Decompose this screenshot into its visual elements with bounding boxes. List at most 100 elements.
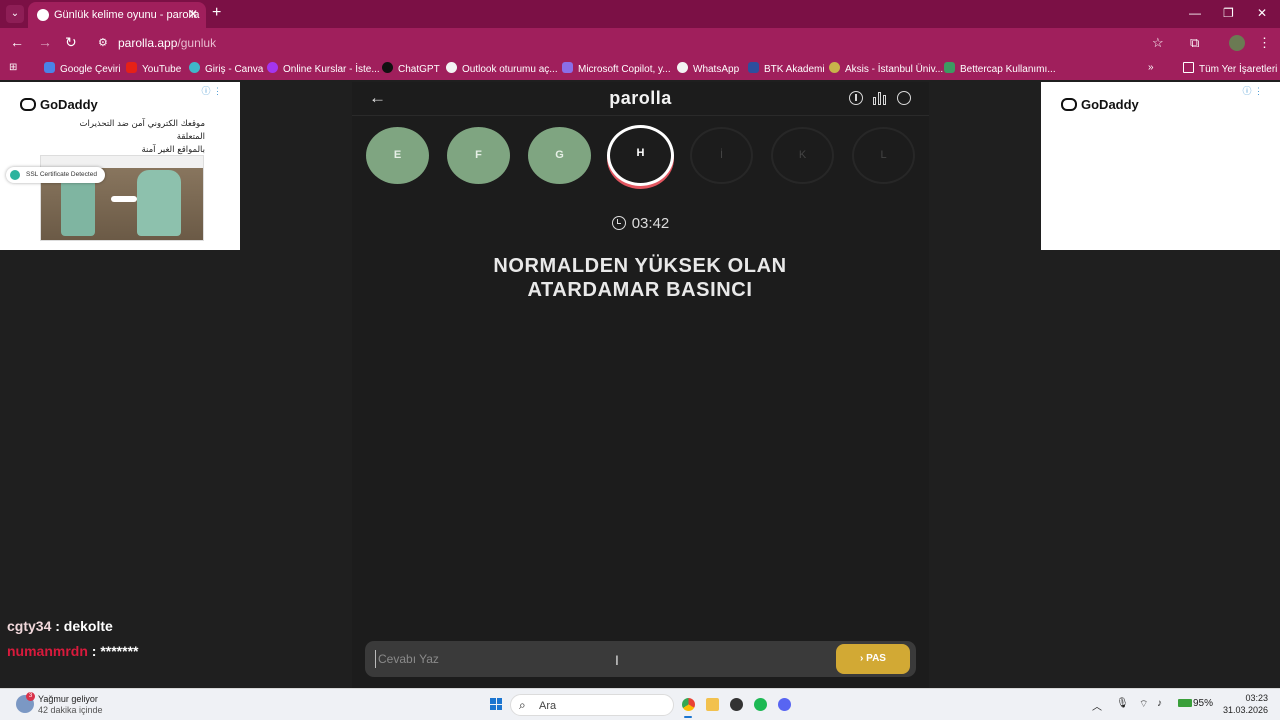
letter-circle-e: E (366, 127, 429, 184)
canva-icon (189, 62, 200, 73)
browser-toolbar: ← → ↻ ⚙ parolla.app/gunluk ☆ ⧉ ⋮ (0, 28, 1280, 57)
clock-time[interactable]: 03:23 (1222, 693, 1268, 703)
obs-icon[interactable] (730, 698, 743, 711)
search-icon: ⌕ (519, 698, 526, 712)
bookmark-chatgpt[interactable]: ChatGPT (382, 62, 440, 75)
app-header: ← parolla (352, 82, 929, 116)
all-bookmarks-folder[interactable]: Tüm Yer İşaretleri (1183, 62, 1277, 75)
bookmark-label: WhatsApp (693, 64, 740, 75)
bettercap-icon (944, 62, 955, 73)
bookmark-label: BTK Akademi (764, 64, 825, 75)
chatgpt-icon (382, 62, 393, 73)
restore-icon[interactable]: ❐ (1223, 6, 1234, 20)
question-line: ATARDAMAR BASINCI (527, 279, 753, 301)
tray-overflow-icon[interactable]: ︿ (1092, 698, 1102, 713)
udemy-icon (267, 62, 278, 73)
letter-circle-g: G (528, 127, 591, 184)
bookmarks-overflow-icon[interactable]: » (1148, 62, 1154, 73)
bookmark-copilot[interactable]: Microsoft Copilot, y... (562, 62, 671, 75)
countdown-timer: 03:42 (352, 215, 929, 232)
bookmark-google-ceviri[interactable]: Google Çeviri (44, 62, 121, 75)
tab-close-icon[interactable]: ✕ (188, 7, 198, 21)
stats-icon[interactable] (873, 91, 887, 105)
bookmark-udemy[interactable]: Online Kurslar - İste... (267, 62, 380, 75)
weather-subtitle: 42 dakika içinde (38, 705, 103, 715)
ad-banner-left[interactable]: GoDaddy ⓘ ⋮ موقعك الكتروني آمن ضد التحذي… (0, 82, 240, 250)
ssl-badge: SSL Certificate Detected (6, 167, 105, 183)
back-icon[interactable]: ← (10, 34, 24, 50)
minimize-icon[interactable]: — (1189, 6, 1201, 20)
parolla-app: ← parolla E F G H İ K L 03:42 NORMALDEN … (352, 82, 929, 688)
shield-icon (10, 170, 20, 180)
clock-date[interactable]: 31.03.2026 (1222, 705, 1268, 715)
address-bar[interactable]: parolla.app/gunluk (118, 36, 216, 50)
letter-circle-f: F (447, 127, 510, 184)
chat-text: : ******* (87, 643, 139, 659)
windows-start-icon[interactable] (490, 698, 502, 710)
godaddy-logo: GoDaddy (20, 97, 98, 112)
chat-message: numanmrdn : ******* (7, 643, 138, 659)
windows-taskbar: 3 Yağmur geliyor 42 dakika içinde ⌕ Ara … (0, 688, 1280, 720)
volume-icon[interactable]: ♪ (1157, 698, 1162, 709)
bookmarks-bar: ⊞ Google Çeviri YouTube Giriş - Canva On… (0, 57, 1280, 80)
info-icon[interactable] (849, 91, 863, 105)
chat-username: cgty34 (7, 618, 52, 634)
bookmark-whatsapp[interactable]: WhatsApp (677, 62, 739, 75)
bookmark-label: Outlook oturumu aç... (462, 64, 558, 75)
reload-icon[interactable]: ↻ (65, 34, 77, 51)
taskbar-search[interactable]: ⌕ Ara (510, 694, 674, 716)
whatsapp-icon (677, 62, 688, 73)
bookmark-outlook[interactable]: Outlook oturumu aç... (446, 62, 558, 75)
clock-icon (611, 216, 626, 230)
forward-icon[interactable]: → (38, 34, 52, 50)
bookmark-star-icon[interactable]: ☆ (1152, 35, 1164, 51)
ad-choices-icon[interactable]: ⓘ ⋮ (201, 84, 222, 97)
spotify-icon[interactable] (754, 698, 767, 711)
bookmark-label: Online Kurslar - İste... (283, 64, 380, 75)
site-settings-icon[interactable]: ⚙ (98, 36, 108, 49)
microphone-icon[interactable]: 🎙 (1116, 698, 1129, 709)
chat-username: numanmrdn (7, 643, 88, 659)
bookmark-label: YouTube (142, 64, 182, 75)
parolla-favicon-icon (37, 9, 49, 21)
window-close-icon[interactable]: ✕ (1257, 6, 1267, 20)
url-path: /gunluk (177, 36, 217, 50)
profile-avatar[interactable] (1229, 35, 1245, 51)
bookmark-aksis[interactable]: Aksis - İstanbul Üniv... (829, 62, 943, 75)
chrome-icon[interactable] (682, 698, 695, 711)
bookmark-btk-akademi[interactable]: BTK Akademi (748, 62, 825, 75)
battery-icon[interactable] (1178, 699, 1192, 707)
google-translate-icon (44, 62, 55, 73)
file-explorer-icon[interactable] (706, 698, 719, 711)
url-domain: parolla.app (118, 36, 178, 50)
bookmark-label: Tüm Yer İşaretleri (1199, 64, 1278, 75)
answer-input[interactable] (375, 650, 825, 668)
new-tab-button[interactable]: + (212, 4, 221, 22)
ad-banner-right[interactable]: GoDaddy ⓘ ⋮ (1041, 82, 1280, 250)
wifi-icon[interactable]: ⌔ (1139, 698, 1148, 711)
folder-icon (1183, 62, 1194, 73)
bookmark-canva[interactable]: Giriş - Canva (189, 62, 263, 75)
discord-icon[interactable] (778, 698, 791, 711)
user-icon[interactable] (897, 91, 911, 105)
pass-button[interactable]: › PAS (836, 644, 910, 674)
chat-message: cgty34 : dekolte (7, 618, 113, 634)
weather-title[interactable]: Yağmur geliyor (38, 694, 98, 704)
bookmark-bettercap[interactable]: Bettercap Kullanımı... (944, 62, 1056, 75)
bookmark-youtube[interactable]: YouTube (126, 62, 181, 75)
weather-badge: 3 (26, 692, 35, 701)
ad-choices-icon[interactable]: ⓘ ⋮ (1242, 84, 1263, 97)
ad-text: موقعك الكتروني آمن ضد التحذيرات المتعلقة… (60, 118, 205, 157)
godaddy-logo: GoDaddy (1061, 97, 1139, 112)
tab-search-chevron-icon[interactable]: ⌄ (6, 5, 24, 23)
letter-circle-l: L (852, 127, 915, 184)
search-label: Ara (539, 700, 557, 712)
extensions-icon[interactable]: ⧉ (1190, 35, 1199, 51)
browser-tab-active[interactable]: Günlük kelime oyunu - parolla ✕ (28, 2, 206, 28)
youtube-icon (126, 62, 137, 73)
globe-icon (446, 62, 457, 73)
browser-menu-icon[interactable]: ⋮ (1258, 35, 1271, 51)
apps-grid-icon[interactable]: ⊞ (9, 62, 17, 73)
bookmark-label: Bettercap Kullanımı... (960, 64, 1056, 75)
letter-circle-i: İ (690, 127, 753, 184)
